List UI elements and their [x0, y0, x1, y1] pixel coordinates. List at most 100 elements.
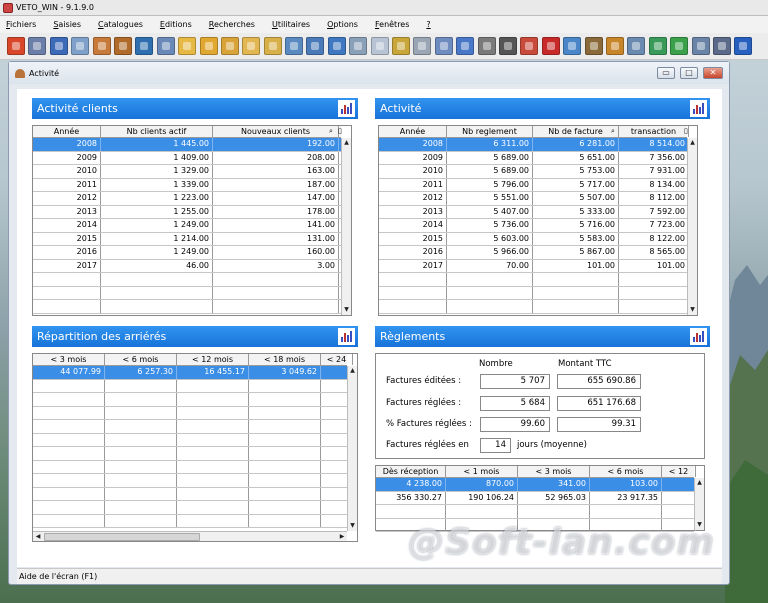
scroll-up-arrow-icon[interactable]: ▲ — [342, 138, 351, 148]
vertical-scrollbar[interactable]: ▲ ▼ — [341, 138, 351, 315]
cash-register-icon[interactable] — [71, 37, 90, 55]
table-row[interactable]: 2013 5 407.00 5 333.00 7 592.00 — [379, 205, 689, 219]
table-row[interactable]: 2009 5 689.00 5 651.00 7 356.00 — [379, 151, 689, 165]
vertical-scrollbar[interactable]: ▲ ▼ — [347, 366, 357, 531]
horizontal-scrollbar[interactable]: ◀ ▶ — [33, 531, 347, 541]
menu-item-4[interactable]: Recherches — [209, 20, 255, 29]
column-header[interactable]: < 18 mois — [249, 354, 321, 365]
table-row[interactable]: 2016 1 249.00 160.00 — [33, 246, 341, 260]
table-row[interactable] — [33, 286, 341, 300]
window-title-bar[interactable]: Activité — [9, 62, 729, 84]
table-row[interactable] — [33, 273, 341, 287]
vertical-scrollbar[interactable]: ▲ ▼ — [694, 478, 704, 530]
table-row[interactable]: 2017 46.00 3.00 — [33, 259, 341, 273]
table-row[interactable]: 2014 5 736.00 5 716.00 7 723.00 — [379, 219, 689, 233]
table-row[interactable] — [33, 460, 353, 474]
table-row[interactable] — [33, 406, 353, 420]
scroll-up-arrow-icon[interactable]: ▲ — [695, 478, 704, 488]
documents-icon[interactable] — [156, 37, 175, 55]
calendar-icon[interactable] — [456, 37, 475, 55]
tree-icon[interactable] — [306, 37, 325, 55]
calculator-icon[interactable] — [49, 37, 68, 55]
column-options-icon[interactable]: ▯ — [338, 127, 342, 135]
scroll-left-arrow-icon[interactable]: ◀ — [33, 532, 43, 541]
transfer-icon[interactable] — [327, 37, 346, 55]
printer-icon[interactable] — [28, 37, 47, 55]
column-header[interactable]: Nb de facture — [533, 126, 619, 137]
chart-button[interactable] — [338, 100, 355, 117]
scroll-down-arrow-icon[interactable]: ▼ — [342, 305, 351, 315]
chart-button[interactable] — [690, 100, 707, 117]
table-row[interactable]: 2014 1 249.00 141.00 — [33, 219, 341, 233]
folder-icon[interactable] — [178, 37, 197, 55]
menu-item-8[interactable]: ? — [426, 20, 430, 29]
table-row[interactable]: 2017 70.00 101.00 101.00 — [379, 259, 689, 273]
vertical-scrollbar[interactable]: ▲ ▼ — [687, 138, 697, 315]
table-row[interactable]: 2009 1 409.00 208.00 — [33, 151, 341, 165]
table-row[interactable] — [33, 514, 353, 528]
table-row[interactable] — [33, 433, 353, 447]
id-card-icon[interactable] — [627, 37, 646, 55]
scroll-down-arrow-icon[interactable]: ▼ — [695, 520, 704, 530]
table-row[interactable]: 2012 1 223.00 147.00 — [33, 192, 341, 206]
network-icon[interactable] — [285, 37, 304, 55]
book-icon[interactable] — [563, 37, 582, 55]
table-row[interactable]: 356 330.27 190 106.24 52 965.03 23 917.35 — [376, 491, 696, 505]
mail-check-icon[interactable] — [670, 37, 689, 55]
column-options-icon[interactable]: ▯ — [684, 127, 688, 135]
menu-item-7[interactable]: Fenêtres — [375, 20, 409, 29]
scroll-down-arrow-icon[interactable]: ▼ — [348, 521, 357, 531]
table-row[interactable] — [33, 501, 353, 515]
scroll-up-arrow-icon[interactable]: ▲ — [348, 366, 357, 376]
table-row[interactable] — [376, 505, 696, 519]
menu-item-6[interactable]: Options — [327, 20, 358, 29]
clients-icon[interactable] — [92, 37, 111, 55]
fax-icon[interactable] — [413, 37, 432, 55]
key-icon[interactable] — [392, 37, 411, 55]
table-row[interactable]: 2010 5 689.00 5 753.00 7 931.00 — [379, 165, 689, 179]
heart-icon[interactable] — [541, 37, 560, 55]
folder-edit-icon[interactable] — [220, 37, 239, 55]
barcode-icon[interactable] — [498, 37, 517, 55]
table-row[interactable]: 2012 5 551.00 5 507.00 8 112.00 — [379, 192, 689, 206]
column-header[interactable]: < 6 mois — [105, 354, 177, 365]
edit-icon[interactable] — [263, 37, 282, 55]
column-header[interactable]: < 6 mois — [590, 466, 662, 477]
menu-item-1[interactable]: Saisies — [53, 20, 81, 29]
table-row[interactable] — [33, 447, 353, 461]
scroll-down-arrow-icon[interactable]: ▼ — [688, 305, 697, 315]
table-row[interactable] — [379, 273, 689, 287]
table-row[interactable] — [379, 300, 689, 314]
column-header[interactable]: Nb reglement — [447, 126, 533, 137]
search-icon[interactable]: ⌕ — [329, 127, 333, 136]
help-icon[interactable] — [734, 37, 753, 55]
animals-icon[interactable] — [113, 37, 132, 55]
pen-icon[interactable] — [691, 37, 710, 55]
maximize-button[interactable]: □ — [680, 67, 698, 79]
column-header[interactable]: < 12 mois — [177, 354, 249, 365]
globe-icon[interactable] — [135, 37, 154, 55]
table-row[interactable]: 2016 5 966.00 5 867.00 8 565.00 — [379, 246, 689, 260]
table-row[interactable]: 2011 5 796.00 5 717.00 8 134.00 — [379, 178, 689, 192]
table-row[interactable]: 2011 1 339.00 187.00 — [33, 178, 341, 192]
table-row[interactable] — [33, 420, 353, 434]
table-row[interactable]: 2015 5 603.00 5 583.00 8 122.00 — [379, 232, 689, 246]
share-icon[interactable] — [648, 37, 667, 55]
chart-icon[interactable] — [434, 37, 453, 55]
search-icon[interactable]: ⌕ — [611, 127, 615, 136]
envelope-icon[interactable] — [370, 37, 389, 55]
menu-item-0[interactable]: Fichiers — [6, 20, 36, 29]
table-row[interactable]: 2010 1 329.00 163.00 — [33, 165, 341, 179]
date-icon[interactable] — [712, 37, 731, 55]
column-header[interactable]: Nouveaux clients — [213, 126, 339, 137]
power-icon[interactable] — [7, 37, 25, 55]
table-row[interactable] — [33, 487, 353, 501]
column-header[interactable]: < 24 — [321, 354, 353, 365]
table-row[interactable] — [379, 286, 689, 300]
scanner-icon[interactable] — [520, 37, 539, 55]
table-row[interactable]: 2008 6 311.00 6 281.00 8 514.00 — [379, 138, 689, 152]
menu-item-5[interactable]: Utilitaires — [272, 20, 310, 29]
camera-icon[interactable] — [584, 37, 603, 55]
folder-note-icon[interactable] — [242, 37, 261, 55]
folder-open-icon[interactable] — [199, 37, 218, 55]
